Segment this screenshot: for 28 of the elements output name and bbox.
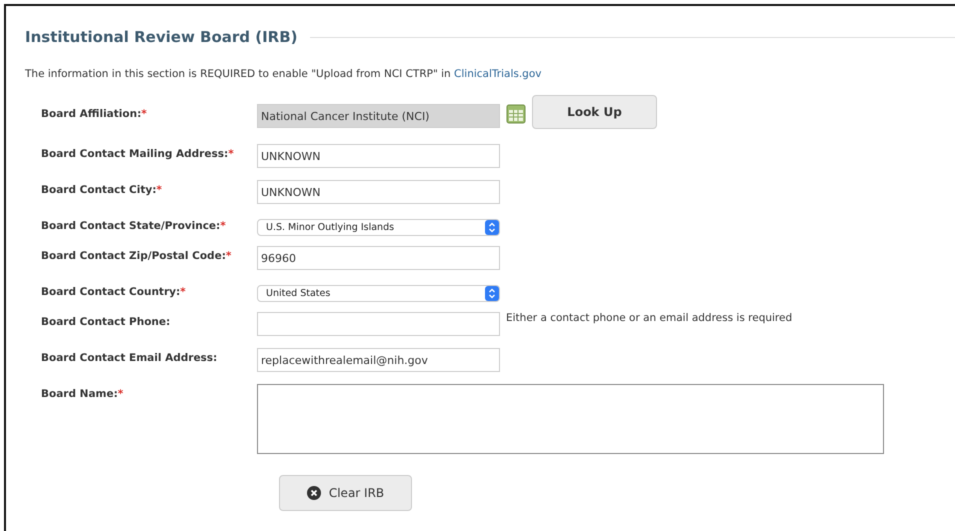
field-label: Board Contact Zip/Postal Code:* <box>41 249 232 262</box>
text-area[interactable] <box>257 384 884 454</box>
look-up-button[interactable]: Look Up <box>532 95 657 129</box>
text-field[interactable]: 96960 <box>257 246 500 270</box>
clear-irb-button[interactable]: Clear IRB <box>279 475 412 511</box>
text-field[interactable]: UNKNOWN <box>257 144 500 168</box>
up-down-arrows-icon <box>485 220 499 235</box>
affiliation-field[interactable]: National Cancer Institute (NCI) <box>257 104 500 128</box>
text-field[interactable]: UNKNOWN <box>257 180 500 204</box>
intro-text: The information in this section is REQUIRED to enable "Upload from NCI CTRP" in ClinicalTrials.gov <box>25 68 542 80</box>
field-label: Board Contact State/Province:* <box>41 219 227 232</box>
hint-text: Either a contact phone or an email address is required <box>506 312 792 324</box>
text-field[interactable]: replacewithrealemail@nih.gov <box>257 348 500 372</box>
field-label: Board Contact Phone: <box>41 315 172 328</box>
up-down-arrows-icon <box>485 286 499 301</box>
field-label: Board Contact Email Address: <box>41 351 218 364</box>
dropdown-select[interactable]: United States <box>257 285 500 302</box>
field-label: Board Contact Mailing Address:* <box>41 147 235 160</box>
close-icon <box>306 486 321 500</box>
section-title: Institutional Review Board (IRB) <box>25 28 298 46</box>
field-label: Board Contact City:* <box>41 183 163 196</box>
clinicaltrials-link[interactable]: ClinicalTrials.gov <box>454 68 542 80</box>
field-label: Board Contact Country:* <box>41 285 187 298</box>
text-field[interactable] <box>257 312 500 336</box>
field-label: Board Affiliation:* <box>41 107 148 120</box>
field-label: Board Name:* <box>41 387 124 400</box>
dropdown-select[interactable]: U.S. Minor Outlying Islands <box>257 219 500 236</box>
table-icon[interactable] <box>506 104 526 124</box>
